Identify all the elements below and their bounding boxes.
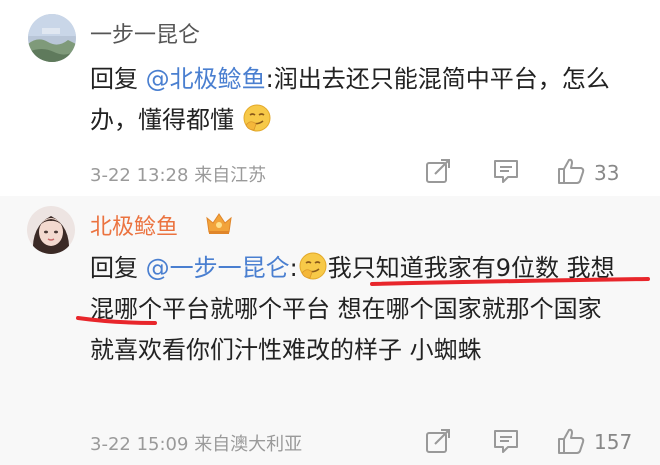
comment-icon[interactable]	[491, 426, 521, 456]
comment-meta: 3-22 15:09 来自澳大利亚	[90, 430, 302, 456]
smirk-emoji-icon	[299, 252, 327, 280]
comment-item: 一步一昆仑 回复 @北极鲶鱼:润出去还只能混简中平台，怎么办，懂得都懂 3-22…	[0, 0, 660, 196]
username[interactable]: 一步一昆仑	[90, 17, 200, 49]
comment-item: 北极鲶鱼 回复 @一步一昆仑: 我只知道我家有9位数 我想混哪个平台就哪个平台 …	[0, 196, 660, 465]
like-count: 33	[594, 161, 620, 185]
timestamp: 3-22 13:28	[90, 165, 189, 186]
share-icon[interactable]	[423, 426, 453, 456]
comment-icon[interactable]	[491, 156, 521, 186]
vip-crown-badge-icon	[206, 213, 232, 234]
avatar[interactable]	[28, 14, 76, 62]
comment-meta: 3-22 13:28 来自江苏	[90, 161, 266, 187]
like-count: 157	[594, 430, 633, 454]
timestamp: 3-22 15:09	[90, 434, 189, 455]
like-icon[interactable]	[556, 426, 586, 456]
comment-text: 回复 @北极鲶鱼:润出去还只能混简中平台，怎么办，懂得都懂	[90, 59, 630, 141]
share-icon[interactable]	[423, 156, 453, 186]
comment-text: 回复 @一步一昆仑: 我只知道我家有9位数 我想混哪个平台就哪个平台 想在哪个国…	[90, 248, 630, 371]
location: 来自江苏	[194, 165, 267, 186]
reply-prefix: 回复	[90, 65, 138, 93]
like-icon[interactable]	[556, 156, 586, 186]
mention-link[interactable]: @一步一昆仑	[146, 254, 290, 282]
colon: :	[289, 254, 298, 282]
username[interactable]: 北极鲶鱼	[90, 209, 178, 241]
reply-prefix: 回复	[90, 254, 138, 282]
location: 来自澳大利亚	[194, 434, 303, 455]
avatar[interactable]	[27, 206, 75, 254]
mention-link[interactable]: @北极鲶鱼	[146, 65, 266, 93]
smirk-emoji-icon	[243, 104, 271, 132]
